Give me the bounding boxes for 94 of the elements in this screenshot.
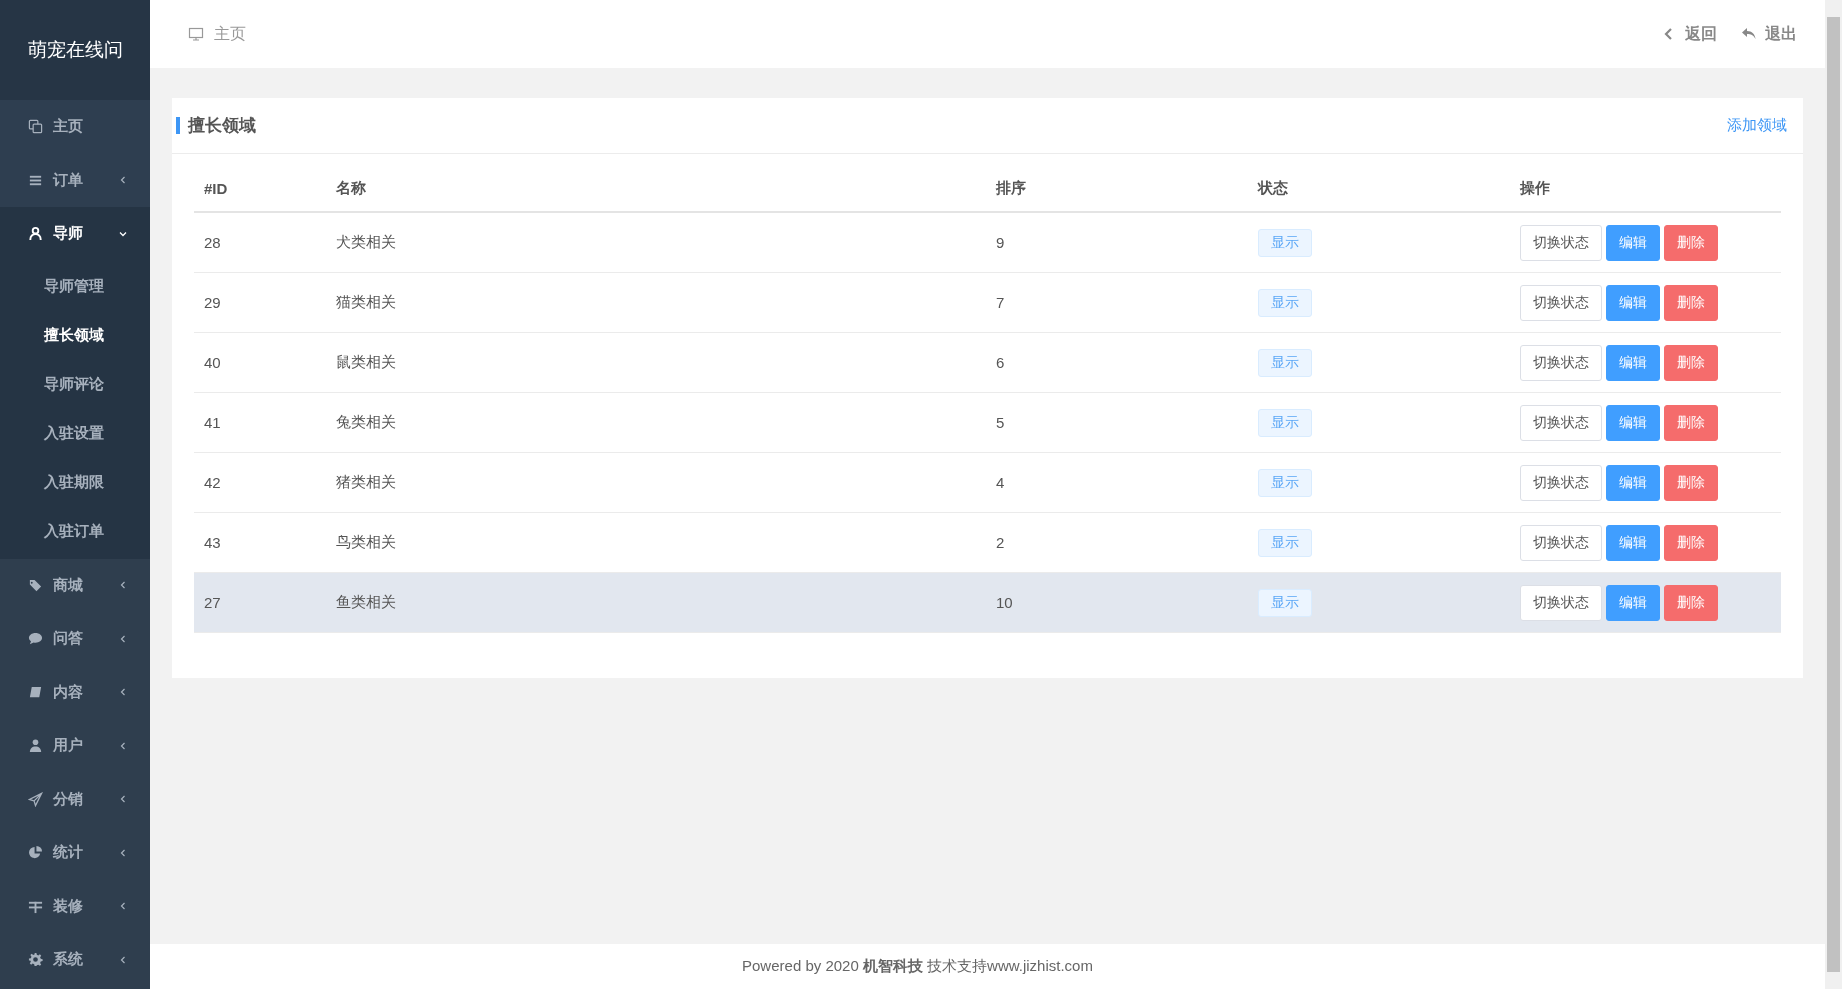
chevron-left-icon xyxy=(118,175,128,186)
status-tag: 显示 xyxy=(1258,288,1312,317)
chevron-left-icon xyxy=(118,740,128,751)
table-cell: 犬类相关 xyxy=(336,233,396,250)
chevron-left-icon xyxy=(118,954,128,965)
sidebar-subitem[interactable]: 入驻期限 xyxy=(0,456,150,506)
paper-plane-icon xyxy=(28,791,43,807)
chevron-left-icon xyxy=(118,687,128,698)
edit-button[interactable]: 编辑 xyxy=(1606,344,1660,381)
table-cell: 43 xyxy=(204,534,221,551)
sidebar-subitem[interactable]: 导师评论 xyxy=(0,358,150,408)
person-icon xyxy=(28,738,43,754)
sidebar-item[interactable]: 分销 xyxy=(0,772,150,826)
sidebar-item[interactable]: 系统 xyxy=(0,933,150,987)
delete-button[interactable]: 删除 xyxy=(1664,464,1718,501)
sidebar-subitem[interactable]: 导师管理 xyxy=(0,260,150,310)
table-cell: 29 xyxy=(204,294,221,311)
sidebar-item[interactable]: 装修 xyxy=(0,879,150,933)
sidebar-subitem[interactable]: 入驻设置 xyxy=(0,407,150,457)
table-cell: 鼠类相关 xyxy=(336,353,396,370)
sidebar-item[interactable]: 商城 xyxy=(0,558,150,612)
edit-button[interactable]: 编辑 xyxy=(1606,224,1660,261)
delete-button[interactable]: 删除 xyxy=(1664,524,1718,561)
edit-button[interactable]: 编辑 xyxy=(1606,404,1660,441)
column-header: 名称 xyxy=(336,179,366,196)
column-header: 操作 xyxy=(1520,179,1550,196)
status-tag: 显示 xyxy=(1258,468,1312,497)
sidebar-item[interactable]: 问答 xyxy=(0,612,150,666)
table-cell: 41 xyxy=(204,414,221,431)
footer-text: Powered by 2020 机智科技 技术支持www.jizhist.com xyxy=(150,944,1825,989)
add-link[interactable]: 添加领域 xyxy=(1727,116,1787,135)
sidebar-subitem[interactable]: 入驻订单 xyxy=(0,505,150,555)
table-cell: 28 xyxy=(204,234,221,251)
column-header: 排序 xyxy=(996,179,1026,196)
column-header: 状态 xyxy=(1258,179,1288,196)
card-title: 擅长领域 xyxy=(176,117,256,134)
toggle-status-button[interactable]: 切换状态 xyxy=(1520,464,1602,501)
pie-chart-icon xyxy=(28,845,43,861)
toggle-status-button[interactable]: 切换状态 xyxy=(1520,584,1602,621)
table-cell: 6 xyxy=(996,354,1005,371)
table-cell: 2 xyxy=(996,534,1005,551)
delete-button[interactable]: 删除 xyxy=(1664,344,1718,381)
status-tag: 显示 xyxy=(1258,588,1312,617)
chevron-left-icon xyxy=(118,633,128,644)
sidebar-item[interactable]: 用户 xyxy=(0,719,150,773)
edit-button[interactable]: 编辑 xyxy=(1606,524,1660,561)
status-tag: 显示 xyxy=(1258,228,1312,257)
table-cell: 5 xyxy=(996,414,1005,431)
table-cell: 9 xyxy=(996,234,1005,251)
table-cell: 27 xyxy=(204,594,221,611)
sidebar-item[interactable]: 内容 xyxy=(0,665,150,719)
toggle-status-button[interactable]: 切换状态 xyxy=(1520,404,1602,441)
logout-button[interactable]: 退出 xyxy=(1741,23,1797,45)
toggle-status-button[interactable]: 切换状态 xyxy=(1520,524,1602,561)
delete-button[interactable]: 删除 xyxy=(1664,404,1718,441)
back-button[interactable]: 返回 xyxy=(1661,23,1717,45)
table-cell: 鱼类相关 xyxy=(336,593,396,610)
status-tag: 显示 xyxy=(1258,408,1312,437)
column-header: #ID xyxy=(204,180,228,197)
table-cell: 40 xyxy=(204,354,221,371)
sidebar-item[interactable]: 导师 xyxy=(0,207,150,261)
table-cell: 4 xyxy=(996,474,1005,491)
delete-button[interactable]: 删除 xyxy=(1664,584,1718,621)
delete-button[interactable]: 删除 xyxy=(1664,284,1718,321)
edit-button[interactable]: 编辑 xyxy=(1606,464,1660,501)
user-icon xyxy=(28,226,43,242)
app-logo: 萌宠在线问 xyxy=(0,0,150,100)
chevron-left-icon xyxy=(118,901,128,912)
sidebar-item[interactable]: 统计 xyxy=(0,826,150,880)
toggle-status-button[interactable]: 切换状态 xyxy=(1520,224,1602,261)
sidebar-subitem[interactable]: 擅长领域 xyxy=(0,309,150,359)
table-cell: 7 xyxy=(996,294,1005,311)
chevron-left-icon xyxy=(118,580,128,591)
gear-icon xyxy=(28,952,43,968)
chat-bubble-icon xyxy=(28,631,43,647)
status-tag: 显示 xyxy=(1258,348,1312,377)
tag-icon xyxy=(28,577,43,593)
edit-button[interactable]: 编辑 xyxy=(1606,284,1660,321)
table-cell: 鸟类相关 xyxy=(336,533,396,550)
edit-button[interactable]: 编辑 xyxy=(1606,584,1660,621)
table-cell: 猫类相关 xyxy=(336,293,396,310)
toggle-status-button[interactable]: 切换状态 xyxy=(1520,284,1602,321)
toggle-status-button[interactable]: 切换状态 xyxy=(1520,344,1602,381)
status-tag: 显示 xyxy=(1258,528,1312,557)
table-cell: 10 xyxy=(996,594,1013,611)
table-cell: 猪类相关 xyxy=(336,473,396,490)
table-cell: 兔类相关 xyxy=(336,413,396,430)
breadcrumb-link[interactable]: 主页 xyxy=(188,23,246,45)
monitor-icon xyxy=(188,26,204,42)
table-cell: 42 xyxy=(204,474,221,491)
delete-button[interactable]: 删除 xyxy=(1664,224,1718,261)
chevron-left-icon xyxy=(118,847,128,858)
copy-icon xyxy=(28,119,43,135)
chevron-left-icon xyxy=(118,794,128,805)
